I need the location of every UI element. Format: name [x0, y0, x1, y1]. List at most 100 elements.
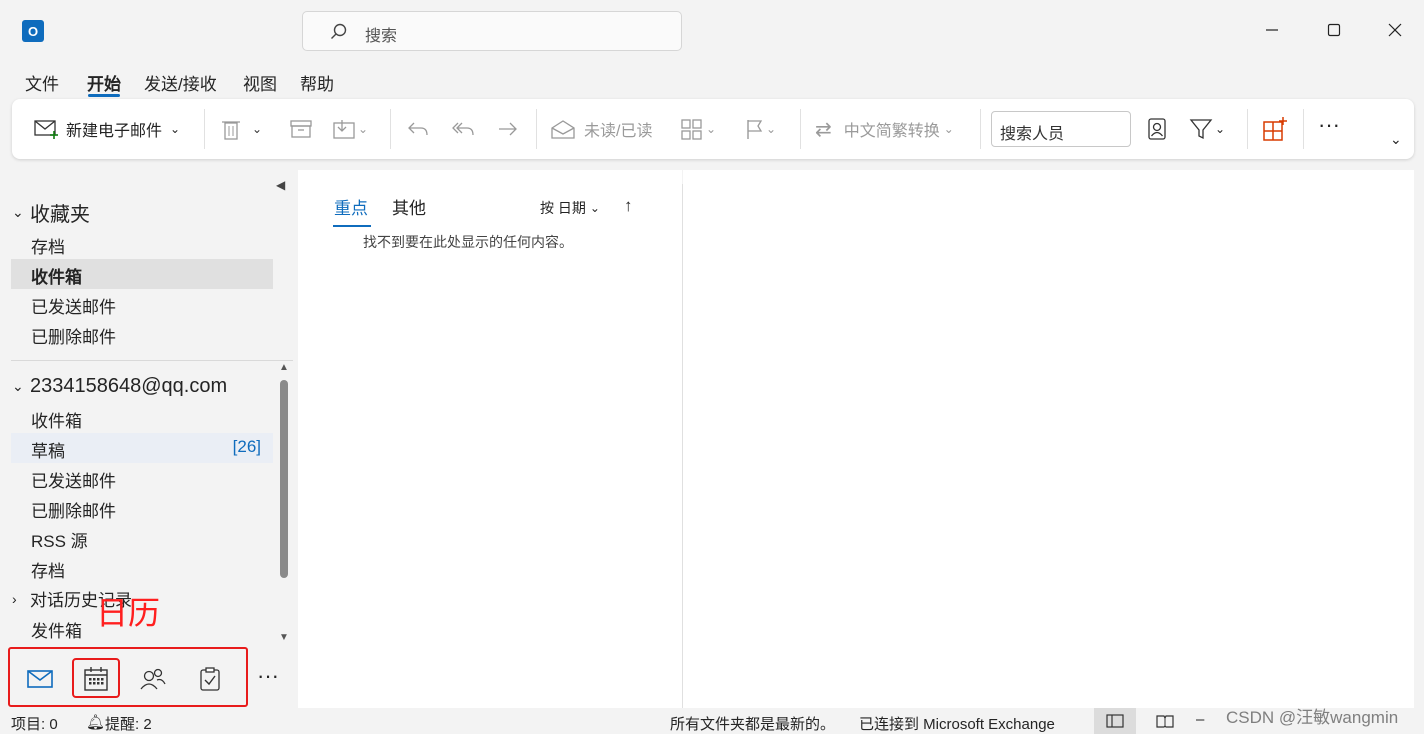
menu-send-receive[interactable]: 发送/接收	[144, 70, 217, 95]
chevron-right-icon: ›	[12, 590, 17, 607]
divider	[11, 360, 293, 361]
sort-by-button[interactable]: 按 日期 ⌄	[540, 198, 600, 218]
folder-item[interactable]: 存档	[11, 553, 273, 583]
menu-view[interactable]: 视图	[243, 70, 277, 95]
chevron-down-icon: ⌄	[12, 204, 24, 220]
folder-item[interactable]: 已发送邮件	[11, 463, 273, 493]
forward-button[interactable]	[496, 113, 520, 145]
status-bar: 项目: 0 🔔︎ 提醒: 2 所有文件夹都是最新的。 已连接到 Microsof…	[0, 708, 1424, 734]
calendar-module-button[interactable]	[82, 665, 110, 693]
menu-help[interactable]: 帮助	[300, 70, 334, 95]
new-email-label: 新建电子邮件	[66, 123, 163, 140]
menu-bar: 文件 开始 发送/接收 视图 帮助	[0, 62, 1424, 98]
unread-count: [26]	[232, 437, 261, 456]
outlook-app-icon: O	[22, 20, 44, 42]
delete-button[interactable]: ⌄	[220, 113, 262, 145]
scroll-up-icon[interactable]: ▲	[279, 362, 289, 373]
active-tab-indicator	[333, 225, 371, 227]
account-header[interactable]: ⌄ 2334158648@qq.com	[12, 375, 227, 398]
search-placeholder: 搜索	[365, 28, 398, 45]
folder-item[interactable]: RSS 源	[11, 523, 273, 553]
reading-view-icon[interactable]	[1156, 714, 1174, 732]
archive-button[interactable]	[289, 113, 313, 145]
folder-scrollbar[interactable]: ▲ ▼	[278, 362, 290, 646]
flag-button[interactable]: ⌄	[744, 113, 776, 145]
read-unread-button[interactable]: 未读/已读	[550, 113, 652, 145]
folder-item[interactable]: 收件箱	[11, 403, 273, 433]
new-email-button[interactable]: 新建电子邮件 ⌄	[34, 113, 180, 145]
folder-item[interactable]: 已删除邮件	[11, 319, 273, 349]
ribbon-separator	[204, 109, 205, 149]
folder-item[interactable]: 存档	[11, 229, 273, 259]
sort-label: 按 日期	[540, 200, 586, 216]
categorize-button[interactable]: ⌄	[680, 113, 716, 145]
filter-button[interactable]: ⌄	[1189, 113, 1225, 145]
item-count: 项目: 0	[11, 716, 58, 733]
address-book-button[interactable]	[1146, 113, 1168, 145]
mail-module-button[interactable]	[26, 665, 54, 693]
folder-item-drafts[interactable]: 草稿 [26]	[11, 433, 273, 463]
move-button[interactable]: ⌄	[332, 113, 368, 145]
convert-icon: ⇄	[815, 118, 832, 141]
search-icon	[331, 23, 347, 39]
account-title: 2334158648@qq.com	[30, 375, 228, 397]
flag-icon	[747, 120, 763, 139]
folder-item[interactable]: 已删除邮件	[11, 493, 273, 523]
reply-all-button[interactable]	[450, 113, 476, 145]
close-icon	[1388, 23, 1402, 37]
folder-item[interactable]: 收件箱	[11, 259, 273, 289]
ribbon: 新建电子邮件 ⌄ ⌄ ⌄ 未读/已读 ⌄ ⌄ ⇄ 中文简繁转换 ⌄ 搜索人员 ⌄…	[12, 99, 1414, 159]
tasks-icon	[200, 667, 220, 691]
more-options-icon[interactable]: ···	[1318, 109, 1340, 141]
minimize-button[interactable]	[1260, 18, 1284, 42]
reminders-count[interactable]: 提醒: 2	[105, 713, 152, 734]
new-mail-icon	[34, 120, 58, 139]
people-search-input[interactable]: 搜索人员	[991, 111, 1131, 147]
people-module-button[interactable]	[139, 665, 167, 693]
collapse-pane-icon[interactable]: ◀	[276, 178, 285, 192]
addins-icon	[1263, 117, 1287, 141]
more-modules-icon[interactable]: ···	[254, 662, 282, 690]
grid-icon	[681, 119, 702, 140]
sort-direction-icon[interactable]: ↑	[624, 196, 633, 216]
folder-label: 草稿	[31, 442, 65, 461]
reply-button[interactable]	[406, 113, 430, 145]
tab-focused[interactable]: 重点	[334, 194, 368, 219]
menu-file[interactable]: 文件	[25, 70, 59, 95]
expand-ribbon-icon[interactable]: ⌄	[1390, 123, 1402, 155]
tasks-module-button[interactable]	[196, 665, 224, 693]
archive-icon	[290, 120, 312, 138]
address-book-icon	[1148, 118, 1166, 140]
empty-list-message: 找不到要在此处显示的任何内容。	[363, 234, 573, 250]
calendar-icon	[84, 667, 108, 691]
reply-icon	[408, 122, 428, 136]
scroll-thumb[interactable]	[280, 380, 288, 578]
menu-home[interactable]: 开始	[87, 70, 121, 95]
zoom-out-icon[interactable]: –	[1196, 711, 1204, 728]
folder-item[interactable]: 已发送邮件	[11, 289, 273, 319]
maximize-button[interactable]	[1322, 18, 1346, 42]
ribbon-separator	[390, 109, 391, 149]
scroll-down-icon[interactable]: ▼	[279, 632, 289, 643]
chevron-down-icon: ⌄	[766, 122, 777, 136]
annotation-label: 日历	[96, 594, 161, 632]
ribbon-separator	[800, 109, 801, 149]
app-icon-letter: O	[27, 23, 39, 39]
open-envelope-icon	[551, 120, 575, 139]
reply-all-icon	[452, 122, 474, 136]
favorites-header[interactable]: ⌄ 收藏夹	[12, 198, 90, 227]
title-bar: O 搜索	[0, 0, 1424, 62]
ribbon-separator	[1247, 109, 1248, 149]
tab-other[interactable]: 其他	[392, 194, 426, 219]
normal-view-icon	[1106, 714, 1124, 732]
close-button[interactable]	[1383, 18, 1407, 42]
chinese-convert-label: 中文简繁转换	[843, 123, 940, 140]
search-box[interactable]: 搜索	[302, 11, 682, 51]
chinese-convert-button[interactable]: ⇄ 中文简繁转换 ⌄	[815, 113, 954, 145]
filter-icon	[1189, 119, 1213, 140]
module-nav-bar: ···	[6, 647, 298, 708]
get-addins-button[interactable]	[1262, 113, 1288, 145]
connection-status: 已连接到 Microsoft Exchange	[859, 716, 1055, 733]
people-icon	[140, 668, 166, 690]
chevron-down-icon: ⌄	[1215, 122, 1226, 136]
